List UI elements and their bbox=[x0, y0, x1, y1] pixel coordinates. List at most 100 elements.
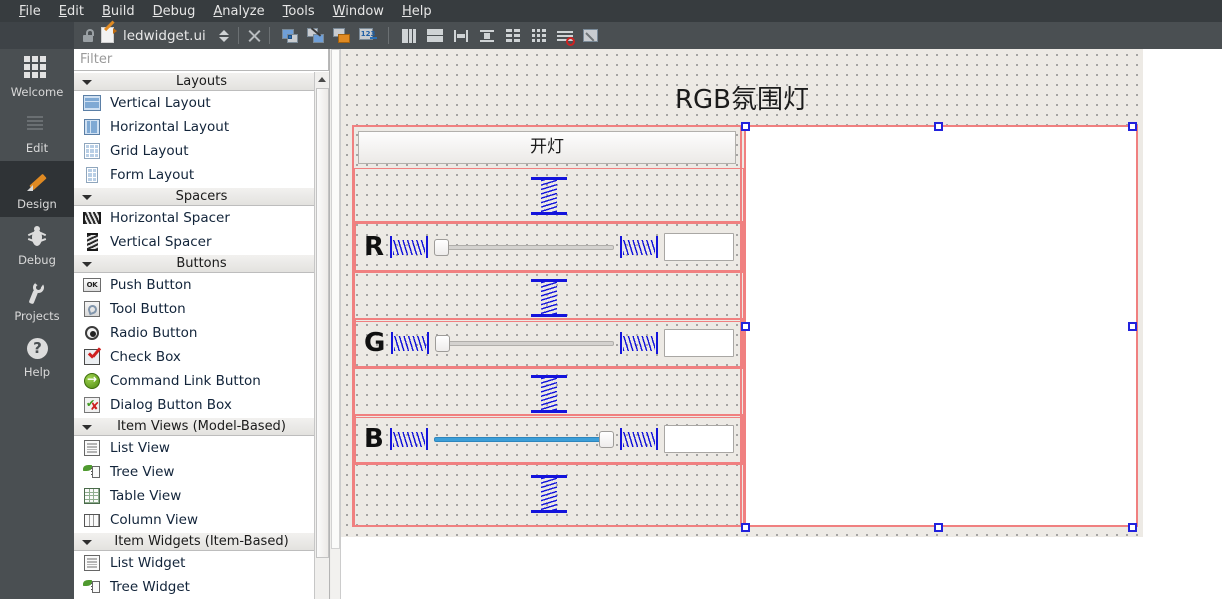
selection-handle-middle-left[interactable] bbox=[741, 322, 750, 331]
vertical-spacer-2[interactable] bbox=[531, 279, 567, 317]
widget-item-grid-layout[interactable]: Grid Layout bbox=[74, 139, 329, 163]
mode-edit[interactable]: Edit bbox=[0, 105, 74, 161]
widget-section-item-widgets[interactable]: Item Widgets (Item-Based) bbox=[74, 532, 329, 551]
mode-design[interactable]: Design bbox=[0, 161, 74, 217]
section-title: Layouts bbox=[176, 74, 227, 89]
value-field-r[interactable] bbox=[664, 233, 734, 261]
splitter-vertical-icon[interactable] bbox=[477, 26, 497, 46]
scrollbar-thumb[interactable] bbox=[316, 88, 329, 558]
channel-row-b[interactable]: B bbox=[354, 414, 744, 464]
buddies-icon[interactable] bbox=[332, 26, 352, 46]
widget-item-tree-widget[interactable]: Tree Widget bbox=[74, 575, 329, 599]
spacer-cell-1[interactable] bbox=[354, 168, 744, 222]
widget-item-horizontal-layout[interactable]: Horizontal Layout bbox=[74, 115, 329, 139]
mode-welcome[interactable]: Welcome bbox=[0, 49, 74, 105]
menu-edit[interactable]: Edit bbox=[50, 3, 93, 20]
widget-section-spacers[interactable]: Spacers bbox=[74, 187, 329, 206]
widget-item-command-link-button[interactable]: Command Link Button bbox=[74, 369, 329, 393]
form-canvas[interactable]: RGB氛围灯 开灯 R G B bbox=[341, 49, 1143, 537]
selection-handle-bottom-right[interactable] bbox=[1128, 523, 1137, 532]
channel-row-g[interactable]: G bbox=[354, 318, 744, 368]
scrollbar-thumb[interactable] bbox=[331, 49, 340, 549]
slider-handle[interactable] bbox=[434, 239, 450, 256]
slider-b[interactable] bbox=[433, 428, 614, 450]
selection-handle-top-left[interactable] bbox=[741, 122, 750, 131]
break-layout-icon[interactable] bbox=[555, 26, 575, 46]
selection-handle-middle-right[interactable] bbox=[1128, 322, 1137, 331]
horizontal-spacer-g-right[interactable] bbox=[620, 332, 658, 354]
menu-tools[interactable]: Tools bbox=[274, 3, 324, 20]
widget-item-push-button[interactable]: OK Push Button bbox=[74, 273, 329, 297]
close-document-icon[interactable] bbox=[246, 28, 262, 44]
horizontal-spacer-r-left[interactable] bbox=[390, 236, 429, 258]
widget-item-list-view[interactable]: List View bbox=[74, 436, 329, 460]
filter-input[interactable]: Filter bbox=[74, 49, 329, 71]
widget-item-vertical-layout[interactable]: Vertical Layout bbox=[74, 91, 329, 115]
document-tab[interactable]: ledwidget.ui bbox=[74, 20, 206, 49]
slider-g[interactable] bbox=[435, 332, 614, 354]
toggle-light-button[interactable]: 开灯 bbox=[358, 131, 736, 164]
chevron-down-icon bbox=[82, 425, 92, 430]
form-editor-scrollbar[interactable] bbox=[331, 49, 341, 599]
horizontal-spacer-b-right[interactable] bbox=[620, 428, 658, 450]
form-layout-icon[interactable] bbox=[503, 26, 523, 46]
selection-handle-bottom-center[interactable] bbox=[934, 523, 943, 532]
widget-item-list-widget[interactable]: List Widget bbox=[74, 551, 329, 575]
slider-r[interactable] bbox=[434, 236, 614, 258]
spacer-cell-4[interactable] bbox=[354, 464, 744, 527]
vertical-spacer-3[interactable] bbox=[531, 375, 567, 413]
widget-item-tool-button[interactable]: Tool Button bbox=[74, 297, 329, 321]
grid-layout-icon[interactable] bbox=[529, 26, 549, 46]
layout-horizontal-icon[interactable] bbox=[399, 26, 419, 46]
menu-debug[interactable]: Debug bbox=[144, 3, 205, 20]
value-field-g[interactable] bbox=[664, 329, 734, 357]
spacer-cell-3[interactable] bbox=[354, 368, 744, 418]
selection-handle-top-right[interactable] bbox=[1128, 122, 1137, 131]
mode-projects[interactable]: Projects bbox=[0, 273, 74, 329]
mode-debug[interactable]: Debug bbox=[0, 217, 74, 273]
widget-item-column-view[interactable]: Column View bbox=[74, 508, 329, 532]
selection-handle-bottom-left[interactable] bbox=[741, 523, 750, 532]
menu-build[interactable]: Build bbox=[93, 3, 144, 20]
edit-widgets-icon[interactable] bbox=[280, 26, 300, 46]
widget-section-layouts[interactable]: Layouts bbox=[74, 72, 329, 91]
horizontal-spacer-r-right[interactable] bbox=[620, 236, 658, 258]
widget-item-form-layout[interactable]: Form Layout bbox=[74, 163, 329, 187]
mode-help[interactable]: ? Help bbox=[0, 329, 74, 385]
widget-section-item-views[interactable]: Item Views (Model-Based) bbox=[74, 417, 329, 436]
unlocked-padlock-icon[interactable] bbox=[82, 29, 95, 42]
grid-layout-icon bbox=[82, 141, 102, 161]
horizontal-spacer-g-left[interactable] bbox=[391, 332, 430, 354]
vertical-spacer-1[interactable] bbox=[531, 177, 567, 215]
slider-handle[interactable] bbox=[435, 335, 451, 352]
spacer-cell-2[interactable] bbox=[354, 272, 744, 322]
widget-box-scrollbar[interactable] bbox=[314, 72, 329, 599]
widget-item-horizontal-spacer[interactable]: Horizontal Spacer bbox=[74, 206, 329, 230]
layout-vertical-icon[interactable] bbox=[425, 26, 445, 46]
widget-item-tree-view[interactable]: Tree View bbox=[74, 460, 329, 484]
menu-analyze[interactable]: Analyze bbox=[204, 3, 273, 20]
signals-slots-icon[interactable] bbox=[306, 26, 326, 46]
left-column-layout[interactable]: 开灯 R G B bbox=[352, 125, 744, 527]
value-field-b[interactable] bbox=[664, 425, 734, 453]
splitter-horizontal-icon[interactable] bbox=[451, 26, 471, 46]
widget-item-check-box[interactable]: Check Box bbox=[74, 345, 329, 369]
channel-row-r[interactable]: R bbox=[354, 222, 744, 272]
horizontal-spacer-b-left[interactable] bbox=[389, 428, 428, 450]
scroll-up-icon[interactable] bbox=[318, 77, 326, 82]
widget-item-vertical-spacer[interactable]: Vertical Spacer bbox=[74, 230, 329, 254]
widget-item-table-view[interactable]: Table View bbox=[74, 484, 329, 508]
menu-help[interactable]: Help bbox=[393, 3, 441, 20]
selection-handle-top-center[interactable] bbox=[934, 122, 943, 131]
menu-file[interactable]: File bbox=[10, 3, 50, 20]
widget-item-radio-button[interactable]: Radio Button bbox=[74, 321, 329, 345]
tab-order-icon[interactable]: 123 bbox=[358, 26, 378, 46]
adjust-size-icon[interactable] bbox=[581, 26, 601, 46]
split-selector-icon[interactable] bbox=[217, 27, 231, 45]
widget-item-dialog-button-box[interactable]: ✔ ✘ Dialog Button Box bbox=[74, 393, 329, 417]
vertical-spacer-4[interactable] bbox=[531, 475, 567, 513]
widget-section-buttons[interactable]: Buttons bbox=[74, 254, 329, 273]
slider-handle[interactable] bbox=[599, 431, 614, 448]
menu-window[interactable]: Window bbox=[324, 3, 393, 20]
led-preview-selection-outline bbox=[744, 125, 1138, 527]
